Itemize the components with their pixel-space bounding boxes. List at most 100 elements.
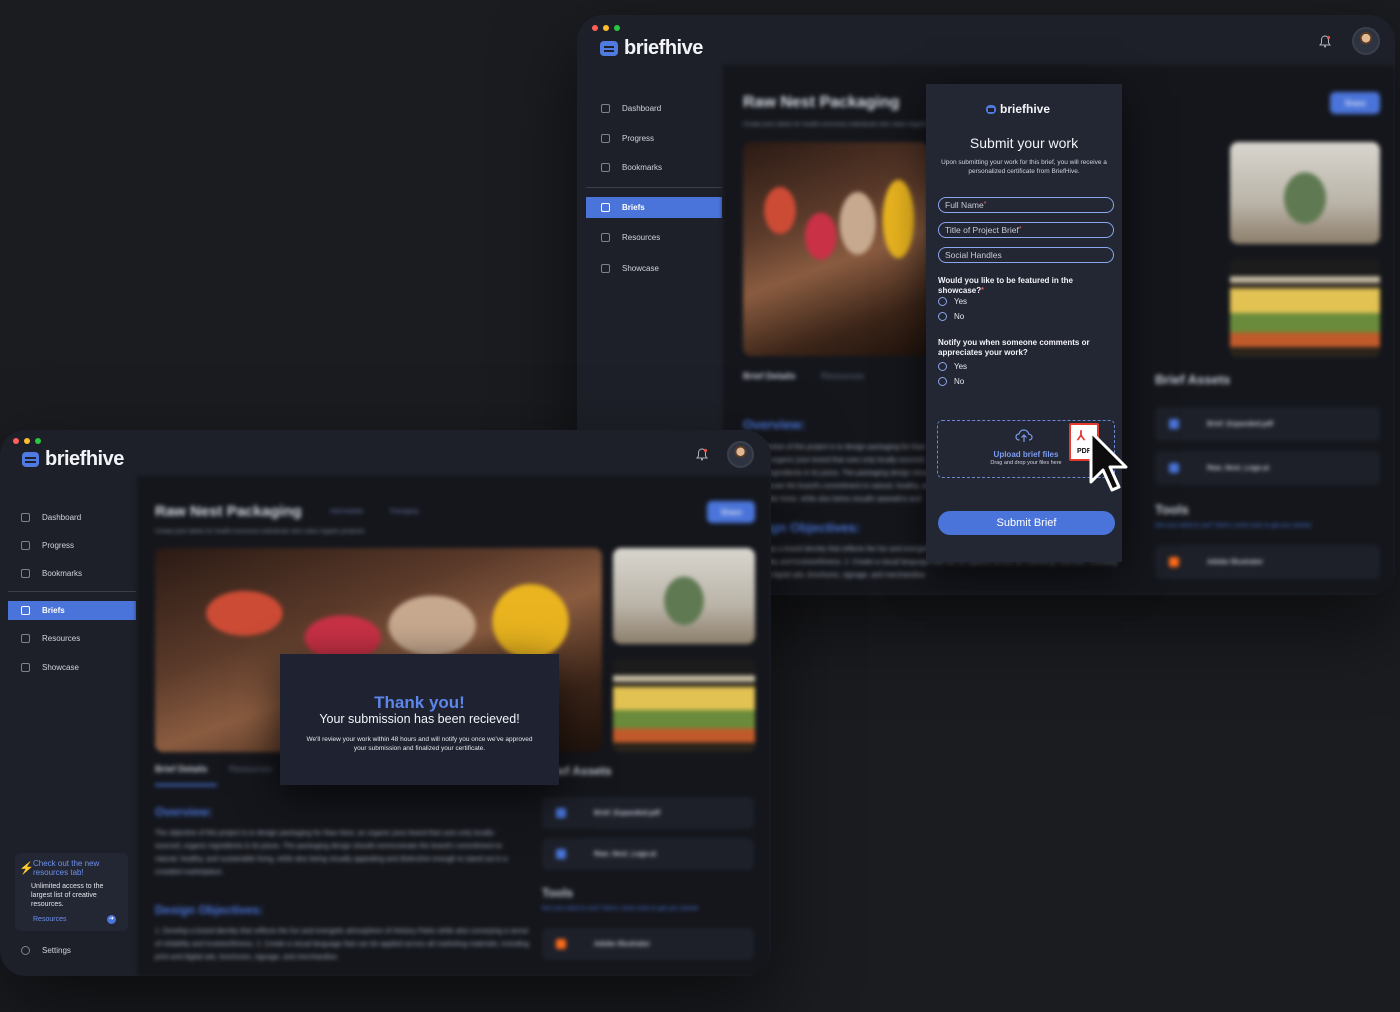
- sidebar-item-briefs[interactable]: Briefs: [586, 197, 722, 218]
- asset-file[interactable]: Brief_Expanded.pdf: [542, 797, 754, 829]
- gallery-image[interactable]: [613, 659, 755, 752]
- sidebar-item-bookmarks[interactable]: Bookmarks: [21, 569, 82, 578]
- asset-name: Brief_Expanded.pdf: [1207, 420, 1274, 428]
- sidebar-item-resources[interactable]: Resources: [21, 634, 80, 643]
- showcase-yes-radio[interactable]: Yes: [938, 297, 967, 306]
- sidebar-item-settings[interactable]: Settings: [21, 946, 71, 955]
- sidebar-item-label: Briefs: [42, 606, 65, 615]
- thank-you-title: Thank you!: [374, 693, 465, 712]
- globe-icon: [21, 634, 30, 643]
- sidebar-item-showcase[interactable]: Showcase: [21, 663, 79, 672]
- tool-name: Adobe Illustrator: [594, 940, 651, 948]
- sidebar-item-briefs[interactable]: Briefs: [8, 601, 136, 620]
- sidebar-item-dashboard[interactable]: Dashboard: [21, 513, 81, 522]
- sidebar-item-label: Showcase: [622, 264, 659, 273]
- field-placeholder: Social Handles: [945, 250, 1002, 260]
- layers-icon: [601, 203, 610, 212]
- gear-icon: [21, 946, 30, 955]
- radio-circle: [938, 312, 947, 321]
- tab-resources[interactable]: Resources: [229, 764, 272, 774]
- download-icon: [556, 808, 566, 818]
- tool-name: Adobe Illustrator: [1207, 558, 1264, 566]
- hero-image: [743, 142, 928, 356]
- share-button[interactable]: Share: [707, 501, 755, 523]
- radio-circle: [938, 362, 947, 371]
- submit-brief-button[interactable]: Submit Brief: [938, 511, 1115, 535]
- brief-assets-heading: Brief Assets: [1155, 372, 1231, 387]
- tools-subtitle: Not sure what to use? Here's some tools …: [542, 906, 698, 912]
- gallery-image[interactable]: [1230, 259, 1380, 357]
- brand-logo[interactable]: briefhive: [22, 448, 124, 471]
- notify-yes-radio[interactable]: Yes: [938, 362, 967, 371]
- asset-file[interactable]: Brief_Expanded.pdf: [1155, 407, 1380, 441]
- download-icon: [1169, 463, 1179, 473]
- sidebar-item-label: Resources: [622, 233, 661, 242]
- share-button[interactable]: Share: [1330, 92, 1380, 114]
- close-window-button[interactable]: [13, 438, 19, 444]
- brand-logo[interactable]: briefhive: [600, 37, 703, 60]
- minimize-window-button[interactable]: [603, 25, 609, 31]
- asset-file[interactable]: Raw_Nest_Logo.ai: [542, 838, 754, 870]
- bell-icon[interactable]: [696, 448, 708, 461]
- notify-question: Notify you when someone comments or appr…: [938, 338, 1090, 357]
- page-subtitle: Create juice labels for health-conscious…: [743, 122, 954, 128]
- arrow-right-icon[interactable]: ➜: [107, 915, 116, 924]
- avatar[interactable]: [1352, 27, 1380, 55]
- close-window-button[interactable]: [592, 25, 598, 31]
- overview-heading: Overview:: [743, 417, 806, 432]
- avatar[interactable]: [727, 441, 754, 468]
- upload-cloud-icon: [1015, 429, 1033, 442]
- notify-no-radio[interactable]: No: [938, 377, 964, 386]
- promo-body: Unlimited access to the largest list of …: [31, 883, 104, 908]
- active-tab-indicator: [155, 784, 217, 786]
- thank-you-subtitle: Your submission has been recieved!: [319, 712, 520, 726]
- overview-heading: Overview:: [155, 805, 213, 819]
- thank-you-modal: Thank you! Your submission has been reci…: [280, 654, 559, 785]
- modal-title: Submit your work: [969, 135, 1079, 151]
- tool-item[interactable]: Adobe Illustrator: [1155, 545, 1380, 579]
- showcase-question: Would you like to be featured in the sho…: [938, 276, 1118, 296]
- page-title: Raw Nest Packaging: [743, 94, 900, 111]
- maximize-window-button[interactable]: [614, 25, 620, 31]
- tab-brief-details[interactable]: Brief Details: [155, 764, 208, 774]
- full-name-field[interactable]: Full Name*: [938, 197, 1114, 213]
- project-title-field[interactable]: Title of Project Brief*: [938, 222, 1114, 238]
- minimize-window-button[interactable]: [24, 438, 30, 444]
- bookmark-icon: [601, 163, 610, 172]
- sidebar-item-label: Resources: [42, 634, 81, 643]
- tools-heading: Tools: [542, 886, 574, 900]
- field-placeholder: Full Name: [945, 200, 984, 210]
- page-title: Raw Nest Packaging: [155, 503, 302, 520]
- radio-label: No: [954, 377, 965, 386]
- social-handles-field[interactable]: Social Handles: [938, 247, 1114, 263]
- sidebar-item-dashboard[interactable]: Dashboard: [601, 104, 661, 113]
- tab-brief-details[interactable]: Brief Details: [743, 371, 796, 381]
- bell-icon[interactable]: [1319, 35, 1331, 48]
- tool-item[interactable]: Adobe Illustrator: [542, 928, 754, 960]
- gallery-image[interactable]: [1230, 142, 1380, 244]
- maximize-window-button[interactable]: [35, 438, 41, 444]
- overview-text: The objective of this project is to desi…: [743, 444, 934, 501]
- sidebar-item-bookmarks[interactable]: Bookmarks: [601, 163, 662, 172]
- sidebar-item-progress[interactable]: Progress: [21, 541, 74, 550]
- required-mark: *: [1018, 226, 1022, 233]
- thank-you-body: We'll review your work within 48 hours a…: [306, 736, 533, 752]
- sidebar-item-progress[interactable]: Progress: [601, 134, 654, 143]
- sidebar-divider: [586, 187, 722, 188]
- sidebar-item-resources[interactable]: Resources: [601, 233, 660, 242]
- showcase-no-radio[interactable]: No: [938, 312, 964, 321]
- brand-mark-icon: [986, 104, 996, 114]
- globe-icon: [601, 233, 610, 242]
- lightning-icon: ⚡: [19, 861, 34, 875]
- tab-resources[interactable]: Resources: [821, 371, 864, 381]
- radio-circle: [938, 297, 947, 306]
- gallery-image[interactable]: [613, 548, 755, 644]
- promo-link[interactable]: Resources: [33, 916, 66, 923]
- radio-label: No: [954, 312, 965, 321]
- modal-brand-name: briefhive: [1000, 102, 1051, 116]
- sidebar-item-label: Settings: [42, 946, 71, 955]
- page-subtitle: Create juice labels for health-conscious…: [155, 529, 366, 535]
- chart-icon: [21, 541, 30, 550]
- asset-file[interactable]: Raw_Nest_Logo.ai: [1155, 451, 1380, 485]
- sidebar-item-showcase[interactable]: Showcase: [601, 264, 659, 273]
